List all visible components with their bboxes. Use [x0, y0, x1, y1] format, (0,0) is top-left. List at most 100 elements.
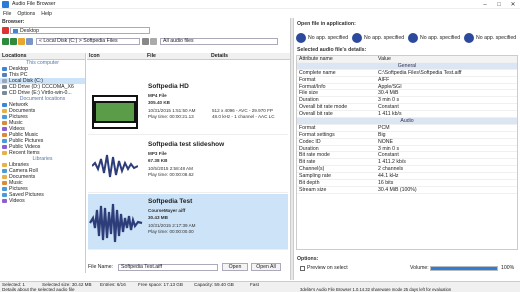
open-all-button[interactable]: Open All [251, 263, 281, 271]
details-row[interactable]: Format settings Big [297, 132, 517, 139]
menu-bar: File Options Help [0, 10, 290, 18]
app-icon [352, 33, 362, 43]
nav-back-icon[interactable] [2, 37, 9, 45]
details-row[interactable]: Format/Info Apple/SGI [297, 84, 517, 91]
attribute-name: File size [299, 90, 319, 97]
details-row[interactable]: Overall bit rate mode Constant [297, 104, 517, 112]
volume-percent: 100% [501, 265, 515, 271]
path-breadcrumb[interactable]: « Local Disk (C:) > Softpedia Files [36, 37, 140, 45]
options-label: Options: [297, 256, 319, 262]
file-row-selected[interactable]: Softpedia Test CourseMayer aiff 30.43 MB… [88, 194, 288, 250]
attribute-value: 1 411.2 kb/s [378, 159, 406, 166]
tree-header-label: Locations [2, 53, 27, 59]
file-video-details: 512 x 4096 - AVC - 29.970 FP [212, 108, 273, 113]
app-button-1[interactable]: No app. specified [296, 33, 352, 43]
audio-waveform-thumbnail [92, 154, 138, 178]
details-row[interactable]: Codec ID NONE [297, 139, 517, 146]
section-audio: Audio [297, 118, 517, 125]
file-row[interactable]: Softpedia HD MP4 File 305.40 KB 10/31/20… [88, 79, 288, 135]
folder-icon [2, 181, 7, 185]
menu-options[interactable]: Options [17, 11, 35, 17]
section-general: General [297, 63, 517, 70]
sort-icon[interactable] [150, 37, 157, 45]
file-playtime: Play time: 00:00:08.62 [148, 172, 194, 177]
back-icon[interactable] [2, 27, 9, 34]
tree-item[interactable]: Videos [0, 198, 85, 204]
details-row[interactable]: Channel(s) 2 channels [297, 166, 517, 174]
details-row[interactable]: Stream size 30.4 MiB (100%) [297, 187, 517, 194]
attribute-name: Bit depth [299, 179, 320, 186]
minimize-icon[interactable]: – [478, 0, 492, 9]
menu-help[interactable]: Help [41, 11, 52, 17]
attribute-value: 1 411 kb/s [378, 111, 402, 118]
file-size: 67.38 KB [148, 158, 168, 163]
attribute-name: Format/Info [299, 83, 326, 90]
details-row[interactable]: File size 30.4 MiB [297, 90, 517, 98]
folder-icon [2, 145, 7, 149]
attribute-name: Format settings [299, 131, 335, 138]
attribute-name: Stream size [299, 186, 327, 193]
preview-checkbox[interactable] [300, 265, 305, 271]
open-button[interactable]: Open [222, 263, 248, 271]
maximize-icon[interactable]: □ [492, 0, 506, 9]
breadcrumb-item-disk[interactable]: Local Disk (C:) [43, 38, 77, 44]
details-row[interactable]: Bit rate mode Constant [297, 152, 517, 160]
filter-select[interactable]: All audio files [160, 37, 278, 45]
attribute-name: Channel(s) [299, 166, 325, 173]
details-row[interactable]: Duration 3 min 0 s [297, 97, 517, 105]
details-row[interactable]: Format PCM [297, 125, 517, 132]
folder-icon [2, 121, 7, 125]
file-date: 10/31/2015 1:51:50 AM [148, 108, 196, 113]
attribute-value: Apple/SGI [378, 83, 402, 90]
app-button-4[interactable]: No app. specified [464, 33, 518, 43]
panel-splitter[interactable] [290, 18, 294, 280]
app-button-label: No app. specified [476, 35, 517, 41]
close-icon[interactable]: ✕ [506, 0, 520, 9]
nav-forward-icon[interactable] [10, 37, 17, 45]
preview-option[interactable]: Preview on select [300, 265, 348, 271]
col-attribute[interactable]: Attribute name [297, 56, 376, 62]
refresh-icon[interactable] [26, 37, 33, 45]
attribute-value: AIFF [378, 76, 390, 83]
col-value[interactable]: Value [376, 56, 517, 62]
details-row[interactable]: Duration 3 min 0 s [297, 146, 517, 153]
breadcrumb-item-folder[interactable]: Softpedia Files [83, 38, 117, 44]
folder-up-icon[interactable] [18, 37, 25, 45]
attribute-value: 30.4 MiB [378, 90, 399, 97]
col-details[interactable]: Details [211, 53, 228, 59]
file-date: 10/31/2015 2:17:39 AM [148, 223, 196, 228]
filter-value: All audio files [163, 38, 194, 44]
folder-icon [2, 127, 7, 131]
file-row[interactable]: Softpedia test slideshow MP3 File 67.38 … [88, 137, 288, 193]
view-icon[interactable] [142, 37, 149, 45]
details-row[interactable]: Sampling rate 44.1 kHz [297, 173, 517, 181]
folder-icon [2, 67, 7, 71]
details-row[interactable]: Complete name C:\Softpedia Files\Softpedi… [297, 70, 517, 77]
details-row[interactable]: Format AIFF [297, 77, 517, 84]
file-name-input[interactable]: Softpedia Test.aiff [118, 263, 218, 271]
col-file[interactable]: File [147, 53, 211, 59]
preview-label: Preview on select [307, 265, 348, 271]
details-row[interactable]: Bit rate 1 411.2 kb/s [297, 159, 517, 167]
attribute-value: 3 min 0 s [378, 97, 400, 104]
attribute-value: NONE [378, 138, 393, 145]
status-free-space: Free space: 17.13 GB [138, 282, 183, 287]
attribute-name: Bit rate mode [299, 152, 330, 159]
file-size: 305.40 KB [148, 100, 170, 105]
location-combo[interactable]: Desktop [10, 27, 150, 34]
attribute-value: Constant [378, 104, 399, 111]
video-thumbnail [92, 95, 138, 129]
app-button-2[interactable]: No app. specified [352, 33, 408, 43]
status-capacity: Capacity: 59.40 GB [194, 282, 234, 287]
details-row[interactable]: Bit depth 16 bits [297, 180, 517, 187]
attribute-value: C:\Softpedia Files\Softpedia Test.aiff [378, 69, 462, 76]
folder-icon [2, 79, 7, 83]
folder-icon [2, 91, 7, 95]
path-row: « Local Disk (C:) > Softpedia Files All … [2, 36, 290, 46]
volume-slider[interactable] [430, 265, 498, 271]
app-button-3[interactable]: No app. specified [408, 33, 464, 43]
col-icon[interactable]: Icon [87, 53, 147, 59]
menu-file[interactable]: File [3, 11, 11, 17]
details-row[interactable]: Overall bit rate 1 411 kb/s [297, 111, 517, 119]
folder-icon [2, 169, 7, 173]
